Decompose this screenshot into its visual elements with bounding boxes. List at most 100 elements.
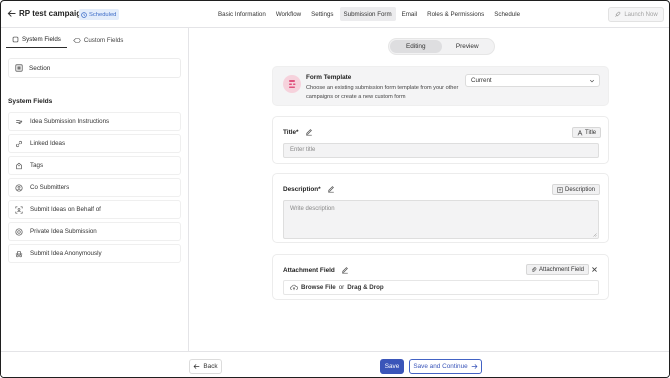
template-icon [283,75,301,93]
rocket-icon [614,11,621,18]
title-field-label: Title [283,128,297,136]
sidebar-item-private-submission[interactable]: Private Idea Submission [8,222,181,241]
section-field-item[interactable]: Section [8,58,181,78]
sidebar-item-label: Submit Ideas on Behalf of [30,206,101,213]
link-icon [15,140,23,148]
edit-pencil-icon[interactable] [341,266,349,274]
incognito-icon [15,250,23,258]
arrow-right-icon [471,363,478,370]
sidebar-item-label: Private Idea Submission [30,228,97,235]
sidebar-item-label: Co Submitters [30,184,70,191]
or-text: or [338,284,345,291]
system-fields-heading: System Fields [8,98,53,105]
form-template-description: Choose an existing submission form templ… [306,85,459,100]
description-placeholder: Write description [290,206,335,212]
attachment-field-header: Attachment Field [283,266,349,274]
nav-workflow[interactable]: Workflow [272,7,305,21]
form-template-title: Form Template [306,74,352,81]
user-focus-icon [15,205,23,214]
title-type-chip: Title [572,127,602,138]
form-template-select[interactable]: Current [465,74,600,87]
description-textarea[interactable]: Write description [283,200,599,239]
save-and-continue-button[interactable]: Save and Continue [409,359,482,374]
description-field-label: Description [283,185,319,193]
top-header: RP test campaign Scheduled Basic Informa… [1,1,669,28]
section-icon [15,64,23,72]
square-icon [12,36,19,43]
browse-file-link[interactable]: Browse File [301,284,336,291]
nav-email[interactable]: Email [398,7,421,21]
sidebar-item-submit-anonymously[interactable]: Submit Idea Anonymously [8,244,181,263]
file-upload-dropzone[interactable]: Browse File or Drag & Drop [283,280,599,295]
description-field-card: Description* Description Write descripti… [272,173,609,243]
tab-system-fields-label: System Fields [22,36,61,43]
sidebar-item-label: Tags [30,162,44,169]
attachment-field-card: Attachment Field Attachment Field Browse… [272,254,609,300]
edit-pencil-icon[interactable] [305,128,313,136]
status-badge-label: Scheduled [89,11,117,18]
attachment-field-label: Attachment Field [283,266,335,274]
textarea-type-icon [557,186,563,193]
sidebar-item-co-submitters[interactable]: Co Submitters [8,178,181,197]
puzzle-icon [73,37,81,44]
sidebar-item-idea-submission-instructions[interactable]: Idea Submission Instructions [8,112,181,131]
back-arrow-icon[interactable] [7,9,16,18]
chevron-down-icon [589,78,595,84]
text-type-icon [577,129,583,136]
nav-basic-information[interactable]: Basic Information [214,7,270,21]
nav-schedule[interactable]: Schedule [490,7,524,21]
sidebar-item-submit-on-behalf[interactable]: Submit Ideas on Behalf of [8,200,181,219]
back-button-label: Back [203,363,218,370]
title-chip-label: Title [585,129,597,136]
sidebar-item-tags[interactable]: Tags [8,156,181,175]
close-icon[interactable] [591,266,598,273]
sidebar-tabs: System Fields Custom Fields [6,32,129,48]
description-type-chip: Description [552,184,601,195]
back-button[interactable]: Back [189,359,222,374]
tag-icon [15,162,23,170]
edit-pencil-icon[interactable] [327,185,335,193]
tab-system-fields[interactable]: System Fields [6,32,67,48]
sidebar-item-label: Idea Submission Instructions [30,118,110,125]
app-window: RP test campaign Scheduled Basic Informa… [0,0,670,378]
status-badge: Scheduled [79,9,120,20]
nav-roles-permissions[interactable]: Roles & Permissions [423,7,488,21]
required-mark: * [296,128,299,136]
required-mark: * [318,185,321,193]
title-field-header: Title* [283,128,313,136]
title-input-placeholder: Enter title [290,147,316,153]
form-builder-canvas: Editing Preview Form Template Choose an … [190,28,669,351]
sidebar-item-linked-ideas[interactable]: Linked Ideas [8,134,181,153]
fields-sidebar: System Fields Custom Fields Section Syst… [1,28,189,377]
save-button[interactable]: Save [380,359,404,374]
user-circle-icon [15,183,23,192]
sidebar-item-label: Linked Ideas [30,140,66,147]
campaign-title: RP test campaign [19,9,86,18]
resize-handle-icon[interactable] [592,232,597,237]
title-input[interactable]: Enter title [283,143,599,158]
title-field-card: Title* Title Enter title [272,116,609,164]
section-label: Section [29,64,51,72]
attachment-chip-label: Attachment Field [539,266,585,273]
tab-custom-fields[interactable]: Custom Fields [67,32,130,48]
paperclip-icon [531,266,537,273]
footer-bar: Back Save Save and Continue [1,351,669,377]
description-field-header: Description* [283,185,335,193]
nav-settings[interactable]: Settings [307,7,337,21]
launch-now-button[interactable]: Launch Now [608,7,664,22]
clock-icon [81,11,87,18]
drag-drop-text: Drag & Drop [347,284,384,291]
sidebar-item-label: Submit Idea Anonymously [30,250,102,257]
launch-now-label: Launch Now [624,11,658,18]
instructions-icon [15,118,23,126]
form-template-card: Form Template Choose an existing submiss… [272,66,609,106]
form-template-select-value: Current [471,77,492,84]
preview-tab[interactable]: Preview [442,40,494,53]
upload-cloud-icon [290,284,298,291]
nav-submission-form[interactable]: Submission Form [339,7,396,21]
arrow-left-icon [193,363,200,370]
editing-tab[interactable]: Editing [390,40,442,53]
save-button-label: Save [384,363,400,370]
save-continue-label: Save and Continue [413,363,468,370]
description-chip-label: Description [565,186,596,193]
